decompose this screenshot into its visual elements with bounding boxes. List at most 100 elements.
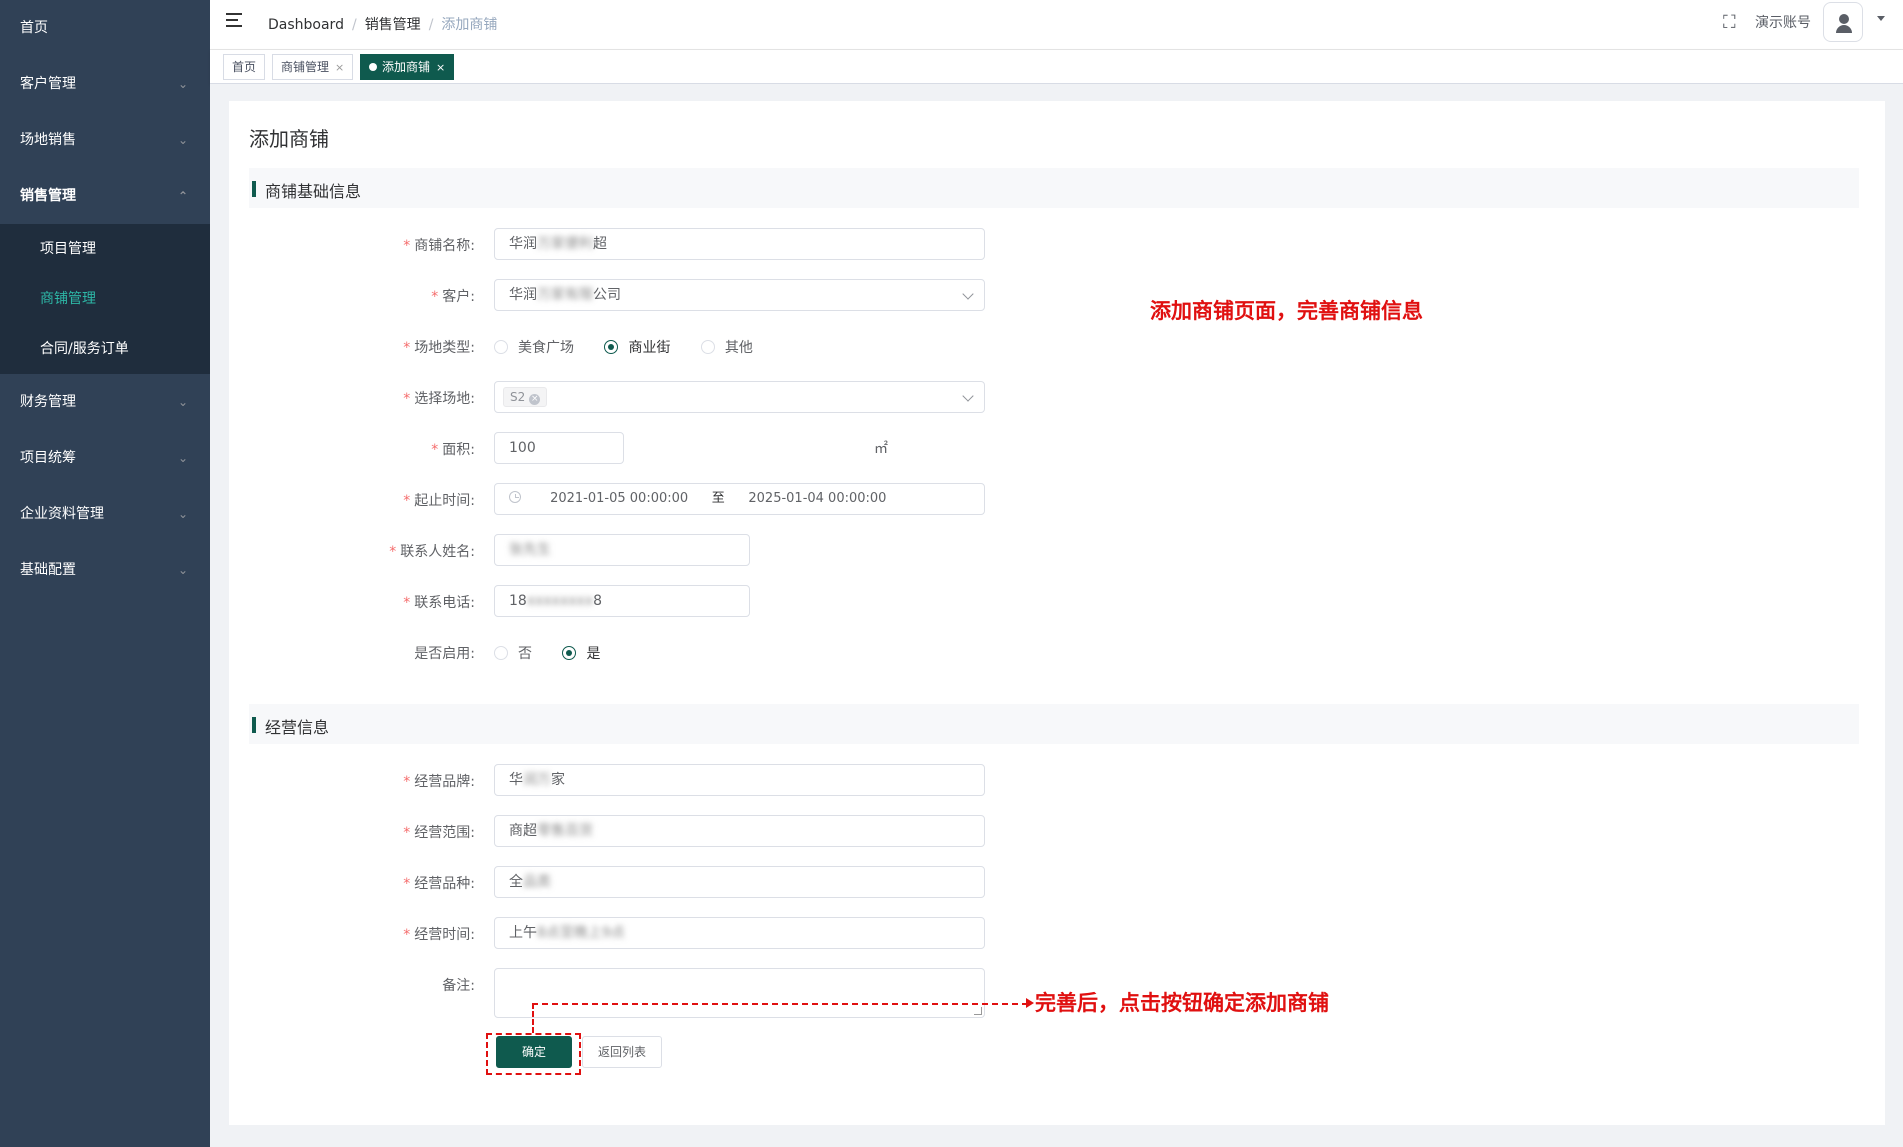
- form-label: * 起止时间:: [403, 493, 475, 509]
- navbar: Dashboard / 销售管理 / 添加商铺 ⛶ 演示账号: [210, 0, 1903, 50]
- breadcrumb-item-dashboard[interactable]: Dashboard: [268, 17, 344, 33]
- annotation-note-click-confirm: 完善后，点击按钮确定添加商铺: [1035, 990, 1329, 1015]
- form-label: * 选择场地:: [403, 391, 475, 407]
- area-input[interactable]: 100: [494, 432, 624, 464]
- form-label: 备注:: [442, 978, 475, 994]
- form-label: * 经营范围:: [403, 825, 475, 841]
- end-date[interactable]: 2025-01-04 00:00:00: [737, 484, 897, 514]
- form-label: 是否启用:: [414, 646, 475, 662]
- annotation-note-fill-info: 添加商铺页面，完善商铺信息: [1150, 298, 1423, 323]
- category-input[interactable]: 全品类: [494, 866, 985, 898]
- arrow-right-icon: [1026, 998, 1034, 1008]
- sidebar-item-base-config[interactable]: 基础配置 ⌄: [0, 542, 210, 598]
- resize-handle-icon[interactable]: [974, 1007, 982, 1015]
- sidebar-item-label: 企业资料管理: [20, 506, 104, 522]
- sidebar-item-label: 财务管理: [20, 394, 76, 410]
- form-label: * 商铺名称:: [403, 238, 475, 254]
- venue-type-radio-group: 美食广场 商业街 其他: [494, 337, 779, 357]
- close-icon[interactable]: ×: [436, 61, 445, 74]
- enabled-radio-group: 否 是: [494, 643, 626, 663]
- chevron-down-icon: [962, 288, 974, 300]
- form-label: * 经营品种:: [403, 876, 475, 892]
- scope-input[interactable]: 商超零售百货: [494, 815, 985, 847]
- tag-label: 首页: [232, 60, 257, 74]
- radio-food-court[interactable]: 美食广场: [494, 337, 574, 357]
- area-unit: ㎡: [874, 441, 888, 457]
- sidebar-subitem-contracts[interactable]: 合同/服务订单: [0, 324, 210, 374]
- shop-name-input[interactable]: 华润万家便利超: [494, 228, 985, 260]
- form-label: * 面积:: [431, 442, 475, 458]
- radio-disabled[interactable]: 否: [494, 643, 532, 663]
- venue-chip: S2 ×: [503, 387, 548, 407]
- chevron-down-icon: [962, 390, 974, 402]
- sidebar-item-label: 销售管理: [20, 188, 76, 204]
- date-range-picker[interactable]: 2021-01-05 00:00:00 至 2025-01-04 00:00:0…: [494, 483, 985, 515]
- tag-add-shop[interactable]: 添加商铺 ×: [360, 54, 455, 80]
- back-to-list-button[interactable]: 返回列表: [582, 1036, 663, 1068]
- close-icon[interactable]: ×: [529, 394, 541, 405]
- hamburger-icon[interactable]: [226, 13, 246, 31]
- tag-label: 商铺管理: [281, 60, 330, 74]
- radio-enabled[interactable]: 是: [562, 643, 600, 663]
- section-title: 商铺基础信息: [265, 182, 362, 201]
- breadcrumb-item-sales[interactable]: 销售管理: [365, 17, 421, 33]
- form-card: 添加商铺 商铺基础信息 * 商铺名称: 华润万家便利超 * 客户: 华润万家有限公司…: [229, 101, 1885, 1125]
- breadcrumb: Dashboard / 销售管理 / 添加商铺: [268, 17, 498, 33]
- sidebar: 首页 客户管理 ⌄ 场地销售 ⌄ 销售管理 ⌃ 项目管理 商铺管理 合同/服务订单 财…: [0, 0, 210, 1147]
- fullscreen-icon[interactable]: ⛶: [1723, 12, 1743, 33]
- sidebar-item-label: 项目统筹: [20, 450, 76, 466]
- form-label: * 联系电话:: [403, 595, 475, 611]
- range-separator: 至: [711, 491, 725, 506]
- annotation-highlight-box: [486, 1033, 581, 1075]
- chevron-down-icon: ⌄: [177, 451, 188, 465]
- chevron-down-icon: ⌄: [177, 563, 188, 577]
- contact-name-input[interactable]: 张先生: [494, 534, 750, 566]
- clock-icon: [509, 491, 521, 503]
- tag-home[interactable]: 首页: [223, 54, 266, 80]
- sidebar-item-home[interactable]: 首页: [0, 0, 210, 56]
- sidebar-item-label: 基础配置: [20, 562, 76, 578]
- active-dot-icon: [369, 63, 377, 71]
- section-basic-info: 商铺基础信息: [249, 168, 1859, 208]
- brand-input[interactable]: 华润万家: [494, 764, 985, 796]
- annotation-connector: [532, 1003, 1028, 1005]
- start-date[interactable]: 2021-01-05 00:00:00: [539, 484, 699, 514]
- radio-other[interactable]: 其他: [700, 337, 753, 357]
- sidebar-item-venue-sales[interactable]: 场地销售 ⌄: [0, 112, 210, 168]
- sidebar-item-sales[interactable]: 销售管理 ⌃: [0, 168, 210, 224]
- form-label: * 经营时间:: [403, 927, 475, 943]
- sidebar-subitem-projects[interactable]: 项目管理: [0, 224, 210, 274]
- form-label: * 联系人姓名:: [389, 544, 475, 560]
- sidebar-subitem-shops[interactable]: 商铺管理: [0, 274, 210, 324]
- sidebar-item-company-info[interactable]: 企业资料管理 ⌄: [0, 486, 210, 542]
- account-name: 演示账号: [1755, 15, 1811, 31]
- chevron-down-icon: ⌄: [177, 133, 188, 147]
- radio-commercial-street[interactable]: 商业街: [604, 337, 670, 357]
- sidebar-submenu-sales: 项目管理 商铺管理 合同/服务订单: [0, 224, 210, 374]
- sidebar-item-label: 首页: [20, 20, 48, 36]
- chevron-down-icon: ⌄: [177, 395, 188, 409]
- section-business-info: 经营信息: [249, 704, 1859, 744]
- hours-input[interactable]: 上午8点至晚上9点: [494, 917, 985, 949]
- customer-select[interactable]: 华润万家有限公司: [494, 279, 985, 311]
- sidebar-item-customers[interactable]: 客户管理 ⌄: [0, 56, 210, 112]
- sidebar-item-finance[interactable]: 财务管理 ⌄: [0, 374, 210, 430]
- form-label: * 经营品牌:: [403, 774, 475, 790]
- sidebar-item-label: 场地销售: [20, 132, 76, 148]
- tag-shop-management[interactable]: 商铺管理 ×: [272, 54, 354, 80]
- chevron-down-icon: ⌄: [177, 77, 188, 91]
- chevron-up-icon: ⌃: [177, 189, 188, 203]
- contact-phone-input[interactable]: 18xxxxxxxx8: [494, 585, 750, 617]
- close-icon[interactable]: ×: [335, 61, 344, 74]
- sidebar-item-project-planning[interactable]: 项目统筹 ⌄: [0, 430, 210, 486]
- tag-label: 添加商铺: [382, 60, 431, 74]
- section-title: 经营信息: [265, 718, 330, 737]
- annotation-connector: [532, 1003, 534, 1033]
- remark-textarea[interactable]: [494, 968, 985, 1018]
- avatar[interactable]: [1823, 2, 1863, 42]
- form-label: * 场地类型:: [403, 340, 475, 356]
- form-label: * 客户:: [431, 289, 475, 305]
- page-title: 添加商铺: [249, 127, 329, 151]
- venue-multiselect[interactable]: S2 ×: [494, 381, 985, 413]
- caret-down-icon[interactable]: [1877, 16, 1885, 21]
